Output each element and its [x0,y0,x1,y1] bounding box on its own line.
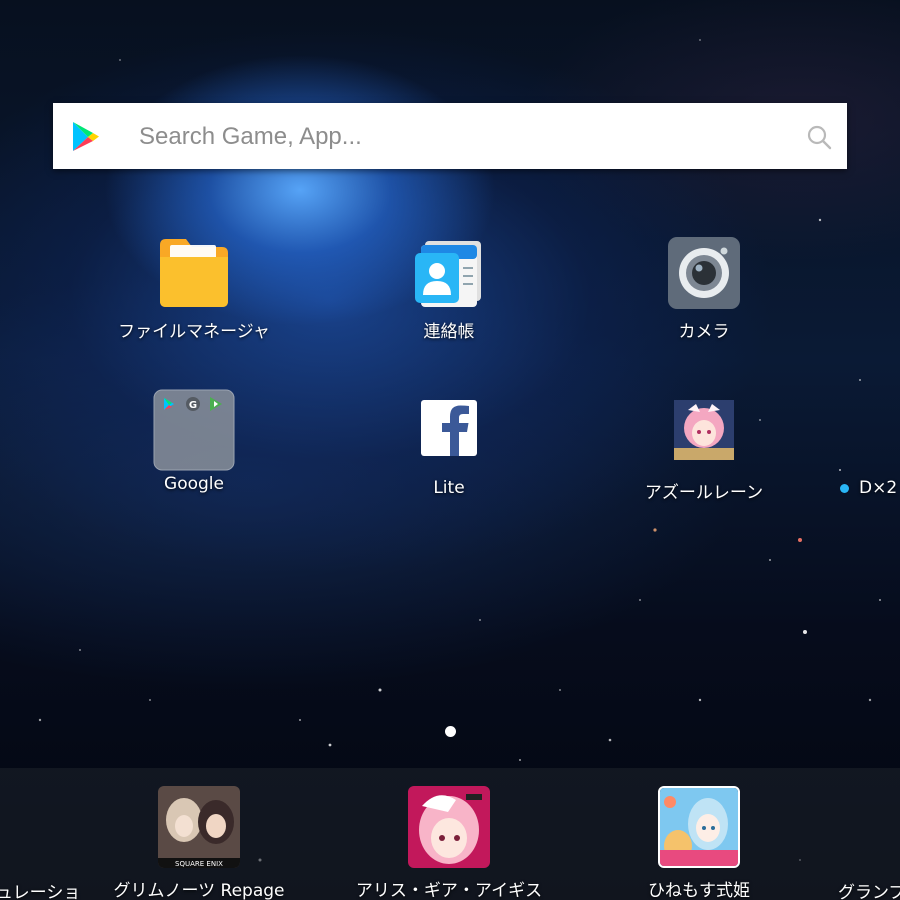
dock-item-hinemosu-shikihime[interactable]: ひねもす式姫 [599,786,799,900]
dock-item-partial-right[interactable]: グランブ [838,878,900,900]
facebook-lite-icon [419,398,479,458]
app-label: 連絡帳 [423,322,475,342]
app-azur-lane[interactable]: アズールレーン [604,400,804,503]
home-screen: ファイルマネージャ 連絡帳 [0,0,900,900]
search-input[interactable] [137,103,781,171]
hinemosu-shikihime-app-icon [658,786,740,868]
search-bar[interactable] [53,103,847,171]
search-icon[interactable] [805,123,833,151]
app-label: Google [164,474,224,494]
google-folder-icon: G [153,389,235,471]
file-manager-folder-icon [156,235,232,311]
app-d2-partial[interactable]: D×2 [840,478,897,498]
app-label: グランブ [838,883,900,900]
camera-lens-icon [666,235,742,311]
app-camera[interactable]: カメラ [604,235,804,342]
app-label: D×2 [859,478,898,498]
page-indicator-dot [445,726,456,737]
app-file-manager[interactable]: ファイルマネージャ [94,235,294,342]
dock-item-alice-gear-aegis[interactable]: アリス・ギア・アイギス [349,786,549,900]
new-app-dot [840,483,849,493]
azur-lane-app-icon [674,400,734,460]
app-label: ひねもす式姫 [648,881,750,900]
dock-item-partial-left[interactable]: ュレーショ [0,878,80,900]
app-label: ファイルマネージャ [118,322,270,342]
app-label: アリス・ギア・アイギス [355,881,543,900]
app-label: Lite [433,478,465,498]
contacts-card-icon [411,235,487,311]
alice-gear-aegis-app-icon [408,786,490,868]
app-label: カメラ [678,322,730,342]
folder-google[interactable]: G Google [94,389,294,494]
app-label: グリムノーツ Repage [113,881,285,900]
app-label: ュレーショ [0,883,81,900]
grimms-notes-app-icon: SQUARE ENIX [158,786,240,868]
dock-bar: ュレーショ SQUARE ENIX グリムノーツ Repage アリス・ギア・ア… [0,768,900,900]
google-play-icon[interactable] [69,120,101,152]
app-facebook-lite[interactable]: Lite [349,398,549,498]
svg-text:G: G [189,400,197,411]
app-label: アズールレーン [644,483,764,503]
dock-item-grimms-notes[interactable]: SQUARE ENIX グリムノーツ Repage [99,786,299,900]
app-contacts[interactable]: 連絡帳 [349,235,549,342]
svg-text:SQUARE ENIX: SQUARE ENIX [175,860,223,868]
